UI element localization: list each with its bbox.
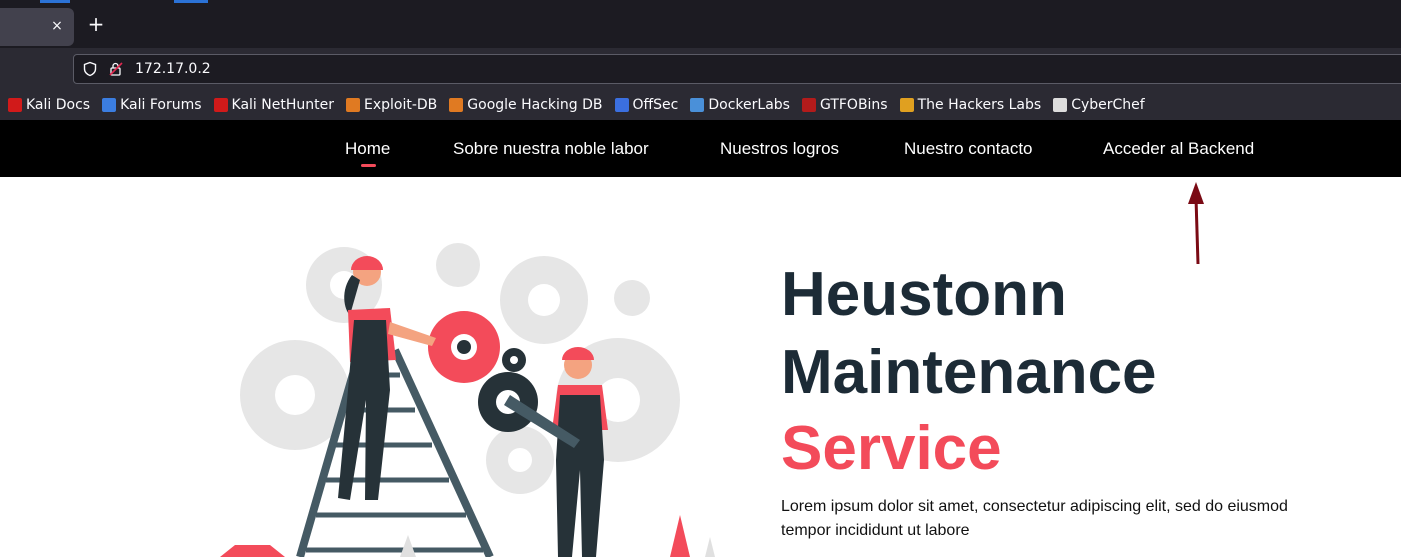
nav-contact[interactable]: Nuestro contacto <box>904 139 1033 159</box>
kali-forums-icon <box>102 98 117 112</box>
offsec-icon <box>614 98 629 112</box>
gtfobins-icon <box>801 98 816 112</box>
bookmark-label: Google Hacking DB <box>467 97 603 113</box>
hero-title-line-2: Maintenance <box>781 338 1157 407</box>
bookmark-item[interactable]: CyberChef <box>1053 97 1145 113</box>
bookmark-label: Kali Docs <box>26 97 91 113</box>
bookmark-label: Kali Forums <box>120 97 202 113</box>
browser-toolbar: 172.17.0.2 <box>0 48 1401 90</box>
ghdb-icon <box>449 98 464 112</box>
bookmark-label: DockerLabs <box>708 97 790 113</box>
shield-icon[interactable] <box>82 61 98 77</box>
site-navbar: Home Sobre nuestra noble labor Nuestros … <box>0 120 1401 177</box>
cyberchef-icon <box>1053 98 1068 112</box>
url-text[interactable]: 172.17.0.2 <box>135 61 211 77</box>
bookmark-label: GTFOBins <box>819 97 888 113</box>
hero-title-line-3: Service <box>781 414 1002 483</box>
tab-indicator <box>40 0 70 3</box>
maintenance-workers-illustration <box>220 243 715 557</box>
tab-indicator <box>174 0 208 3</box>
bookmark-item[interactable]: Exploit-DB <box>345 97 438 113</box>
bookmark-label: Exploit-DB <box>363 97 438 113</box>
nav-about[interactable]: Sobre nuestra noble labor <box>453 139 649 159</box>
hero-title-line-1: Heustonn <box>781 260 1067 329</box>
browser-tab[interactable]: × <box>0 8 74 46</box>
annotation-arrow <box>1188 182 1204 265</box>
kali-nethunter-icon <box>213 98 228 112</box>
bookmark-label: OffSec <box>632 97 679 113</box>
bookmarks-toolbar: Kali Docs Kali Forums Kali NetHunter Exploi… <box>0 90 1401 120</box>
new-tab-button[interactable]: + <box>86 13 106 35</box>
browser-tab-bar: × + <box>0 0 1401 48</box>
bookmark-item[interactable]: OffSec <box>614 97 679 113</box>
bookmark-item[interactable]: DockerLabs <box>690 97 790 113</box>
hero-description: Lorem ipsum dolor sit amet, consectetur … <box>781 498 1288 539</box>
bookmark-item[interactable]: Kali Docs <box>8 97 90 113</box>
kali-docs-icon <box>8 98 22 112</box>
nav-backend-login[interactable]: Acceder al Backend <box>1103 139 1254 159</box>
dockerlabs-icon <box>690 98 705 112</box>
exploit-db-icon <box>345 98 360 112</box>
bookmark-item[interactable]: GTFOBins <box>801 97 888 113</box>
url-bar[interactable]: 172.17.0.2 <box>73 54 1401 84</box>
nav-achievements[interactable]: Nuestros logros <box>720 139 839 159</box>
hackers-labs-icon <box>899 98 914 112</box>
close-tab-icon[interactable]: × <box>48 17 66 35</box>
bookmark-item[interactable]: Google Hacking DB <box>449 97 603 113</box>
bookmark-label: Kali NetHunter <box>231 97 334 113</box>
bookmark-item[interactable]: The Hackers Labs <box>899 97 1042 113</box>
bookmark-item[interactable]: Kali Forums <box>102 97 202 113</box>
bookmark-label: The Hackers Labs <box>917 97 1042 113</box>
insecure-lock-icon[interactable] <box>108 61 124 77</box>
nav-home[interactable]: Home <box>345 139 390 167</box>
bookmark-label: CyberChef <box>1071 97 1145 113</box>
bookmark-item[interactable]: Kali NetHunter <box>213 97 334 113</box>
